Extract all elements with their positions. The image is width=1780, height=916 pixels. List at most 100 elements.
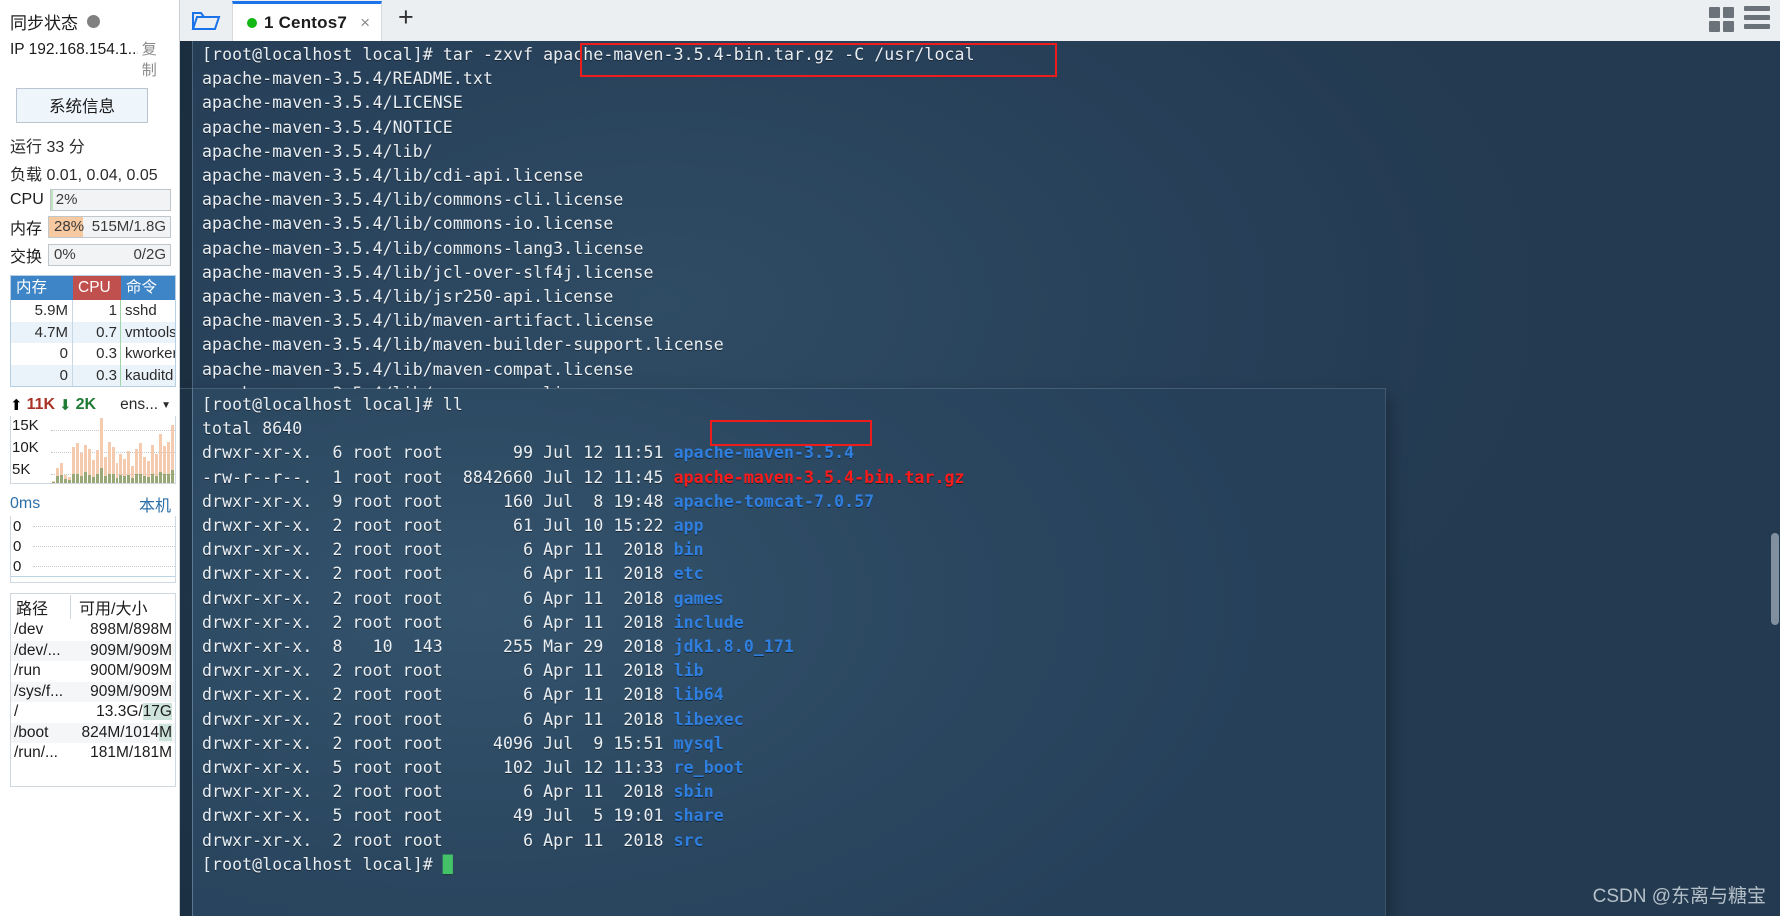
network-bar	[123, 459, 127, 483]
network-bar	[151, 444, 155, 483]
ls-row-name: include	[673, 612, 744, 632]
process-col-cmd[interactable]: 命令	[121, 276, 175, 300]
terminal-background-session[interactable]: [root@localhost local]# tar -zxvf apache…	[180, 41, 1780, 916]
terminal-line: drwxr-xr-x. 2 root root 6 Apr 11 2018 sr…	[202, 831, 704, 850]
meter-row-2: 交换 0% 0/2G	[8, 241, 171, 269]
ip-row: IP 192.168.154.1... 复制	[8, 36, 171, 84]
terminal-line: drwxr-xr-x. 2 root root 6 Apr 11 2018 ga…	[202, 589, 724, 608]
new-tab-button[interactable]: +	[382, 0, 428, 41]
grid-view-icon[interactable]	[1709, 7, 1734, 32]
ls-row-name: src	[673, 830, 704, 850]
interface-selector[interactable]: ens... ▼	[120, 396, 171, 414]
terminal-foreground-session[interactable]: [root@localhost local]# ll total 8640 drwx…	[180, 389, 1385, 916]
network-bar	[135, 448, 139, 483]
process-col-cpu[interactable]: CPU	[73, 276, 121, 300]
tar-output-line: apache-maven-3.5.4/NOTICE	[202, 117, 453, 137]
disk-path: /dev	[14, 621, 44, 639]
tar-output-line: apache-maven-3.5.4/lib/commons-cli.licen…	[202, 190, 624, 210]
disk-row[interactable]: /run 900M/909M	[11, 661, 175, 682]
ls-row-meta: drwxr-xr-x. 2 root root 61 Jul 10 15:22	[202, 516, 674, 535]
terminal-line: apache-maven-3.5.4/NOTICE	[202, 118, 453, 137]
network-bar	[103, 456, 107, 483]
ls-row-meta: drwxr-xr-x. 6 root root 99 Jul 12 11:51	[202, 443, 674, 463]
network-bar	[115, 463, 119, 483]
disk-path: /dev/...	[14, 641, 61, 659]
system-info-button[interactable]: 系统信息	[16, 88, 148, 123]
ping-chart-baseline	[11, 576, 175, 582]
hamburger-menu-icon[interactable]	[1744, 6, 1770, 33]
meter-label: 内存	[10, 221, 43, 238]
ls-row-name: games	[673, 588, 724, 608]
disk-row[interactable]: /dev 898M/898M	[11, 620, 175, 641]
network-bar	[67, 477, 71, 483]
tar-output-line: apache-maven-3.5.4/lib/maven-builder-sup…	[202, 335, 724, 355]
network-bar	[155, 453, 159, 483]
disk-table-body: /dev 898M/898M/dev/... 909M/909M/run 900M/9…	[11, 620, 175, 764]
disk-row[interactable]: /sys/f... 909M/909M	[11, 681, 175, 702]
network-bar	[95, 450, 99, 483]
ls-row-meta: drwxr-xr-x. 2 root root 6 Apr 11 2018	[202, 830, 674, 850]
ping-host-selector[interactable]: 本机	[139, 492, 171, 516]
network-bar	[52, 481, 55, 483]
ls-row-meta: drwxr-xr-x. 2 root root 6 Apr 11 2018	[202, 685, 674, 705]
copy-ip-button[interactable]: 复制	[142, 38, 171, 80]
disk-path: /run/...	[14, 744, 58, 762]
ls-row-name: re_boot	[673, 758, 744, 777]
disk-size: 181M/181M	[90, 744, 172, 762]
meter-label: 交换	[10, 249, 43, 266]
close-icon[interactable]: ×	[360, 13, 370, 33]
process-row[interactable]: 4.7M0.7vmtoolsd	[11, 321, 175, 343]
network-y-axis: 15K 10K 5K	[11, 416, 51, 482]
ping-row: 0	[11, 536, 175, 556]
disk-col-path: 路径	[11, 595, 71, 619]
ls-row-name: apache-tomcat-7.0.57	[673, 491, 875, 511]
terminal-line: drwxr-xr-x. 8 10 143 255 Mar 29 2018 jdk…	[202, 637, 794, 656]
ls-row-name: apache-maven-3.5.4-bin.tar.gz	[673, 467, 965, 487]
process-table-header: 内存 CPU 命令	[11, 276, 175, 300]
ls-row-name: jdk1.8.0_171	[673, 637, 794, 656]
tar-output-line: apache-maven-3.5.4/lib/cdi-api.license	[202, 166, 584, 185]
network-bar	[83, 444, 87, 483]
process-row[interactable]: 0 0.3 kauditd	[11, 364, 175, 386]
process-table: 内存 CPU 命令 5.9M1sshd4.7M0.7vmtoolsd00.3kw…	[10, 275, 176, 387]
terminal-line: -rw-r--r--. 1 root root 8842660 Jul 12 1…	[202, 468, 965, 487]
network-traffic-chart: 15K 10K 5K	[10, 416, 176, 484]
tar-output-line: apache-maven-3.5.4/lib/	[202, 141, 433, 161]
ls-row-meta: drwxr-xr-x. 5 root root 49 Jul 5 19:01	[202, 806, 674, 826]
terminal-scrollbar-thumb[interactable]	[1771, 533, 1779, 625]
open-folder-icon[interactable]	[180, 1, 232, 41]
tar-output-line: apache-maven-3.5.4/LICENSE	[202, 93, 463, 113]
disk-path: /	[14, 703, 19, 721]
ls-row-name: apache-maven-3.5.4	[673, 443, 855, 463]
process-row[interactable]: 5.9M 1 sshd	[11, 300, 175, 322]
network-bar	[159, 434, 163, 483]
disk-row[interactable]: /dev/... 909M/909M	[11, 640, 175, 661]
ls-row-meta: drwxr-xr-x. 9 root root 160 Jul 8 19:48	[202, 491, 674, 511]
ls-row-name: sbin	[673, 782, 714, 802]
terminal-line: drwxr-xr-x. 2 root root 6 Apr 11 2018 li…	[202, 685, 724, 704]
network-bar	[147, 460, 151, 483]
ls-row-meta: drwxr-xr-x. 2 root root 6 Apr 11 2018	[202, 709, 674, 729]
ls-row-name: lib64	[673, 685, 724, 705]
network-bar	[91, 459, 95, 483]
network-bar	[119, 453, 123, 483]
terminal-line: drwxr-xr-x. 2 root root 61 Jul 10 15:22 …	[202, 516, 704, 535]
ping-row: 0	[11, 516, 175, 536]
network-bar	[139, 443, 143, 483]
app-root: 同步状态 IP 192.168.154.1... 复制 系统信息 运行 33 分…	[0, 0, 1780, 916]
disk-row[interactable]: /run/... 181M/181M	[11, 743, 175, 764]
network-y-tick: 10K	[11, 438, 51, 460]
meter-row-1: 内存 28% 515M/1.8G	[8, 213, 171, 241]
disk-row[interactable]: / 13.3G/17G	[11, 702, 175, 723]
ls-total-line: total 8640	[202, 419, 303, 439]
network-bar	[99, 418, 103, 483]
network-bar	[63, 475, 67, 483]
tab-centos7[interactable]: 1 Centos7 ×	[232, 1, 382, 41]
ls-row-name: lib	[673, 661, 704, 681]
disk-row[interactable]: /boot 824M/1014M	[11, 722, 175, 743]
process-row[interactable]: 00.3kworker/	[11, 343, 175, 365]
disk-table-header: 路径 可用/大小	[11, 594, 175, 620]
terminal-line: apache-maven-3.5.4/lib/maven-builder-sup…	[202, 335, 724, 354]
ls-row-name: etc	[673, 564, 704, 584]
process-col-mem[interactable]: 内存	[11, 276, 73, 300]
